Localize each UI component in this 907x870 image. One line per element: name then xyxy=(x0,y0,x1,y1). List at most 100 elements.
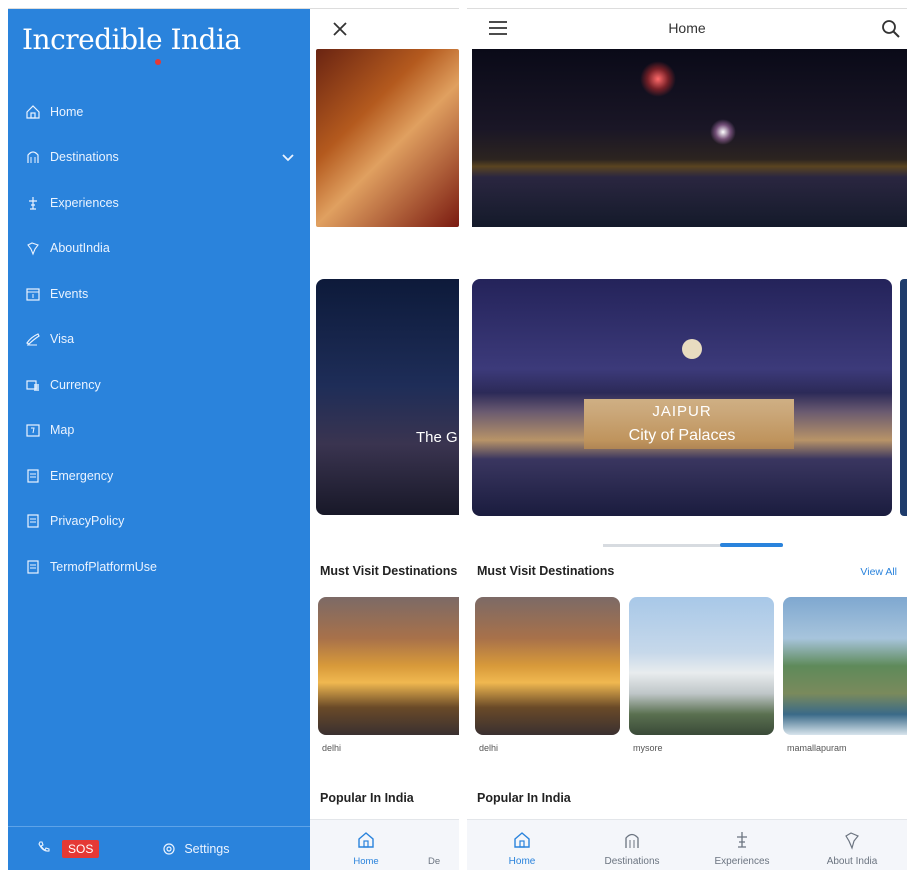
nav-label: Home xyxy=(508,856,536,867)
drawer-item-experiences[interactable]: Experiences xyxy=(8,180,310,226)
bottom-nav: Home De xyxy=(310,819,459,870)
gear-icon xyxy=(163,843,175,855)
drawer-item-label: Map xyxy=(50,423,75,438)
currency-icon xyxy=(24,376,42,394)
next-card-peek[interactable] xyxy=(900,279,907,516)
calendar-icon xyxy=(24,285,42,303)
firework-burst xyxy=(640,61,676,97)
featured-city: JAIPUR xyxy=(652,403,712,420)
destination-caption: delhi xyxy=(322,743,342,753)
drawer-item-label: PrivacyPolicy xyxy=(50,514,125,529)
experiences-icon xyxy=(24,194,42,212)
nav-destinations[interactable]: Destinations xyxy=(577,820,687,870)
phone-icon xyxy=(36,839,52,860)
sos-button[interactable]: SOS xyxy=(36,839,100,860)
document-icon xyxy=(24,467,42,485)
drawer-item-label: Destinations xyxy=(50,150,119,165)
experiences-icon xyxy=(737,832,747,848)
drawer-item-label: Currency xyxy=(50,377,101,392)
document-icon xyxy=(24,558,42,576)
nav-home[interactable]: Home xyxy=(467,820,577,870)
section-title: Must Visit Destinations xyxy=(320,564,458,578)
destinations-icon xyxy=(625,833,639,848)
section-title: Must Visit Destinations xyxy=(477,564,615,578)
map-pin-icon xyxy=(845,832,859,850)
screenshot-stage: Incredible India Home Destinations Exper… xyxy=(0,0,907,870)
drawer-topbar xyxy=(310,9,459,49)
card-overlay-text: The G xyxy=(416,429,458,446)
destination-thumb-mysore[interactable] xyxy=(629,597,774,735)
destination-thumb-delhi[interactable] xyxy=(475,597,620,735)
drawer-item-map[interactable]: Map xyxy=(8,408,310,454)
featured-destination-card[interactable]: JAIPUR City of Palaces xyxy=(472,279,892,516)
navigation-drawer: Incredible India Home Destinations Exper… xyxy=(8,9,310,870)
left-screen: Incredible India Home Destinations Exper… xyxy=(8,8,459,870)
drawer-item-label: Home xyxy=(50,104,84,119)
drawer-item-aboutindia[interactable]: AboutIndia xyxy=(8,226,310,272)
drawer-item-label: Visa xyxy=(50,332,75,347)
drawer-menu: Home Destinations Experiences AboutIndia… xyxy=(8,89,310,590)
obscured-home-content: The G Must Visit Destinations delhi Popu… xyxy=(310,9,459,870)
popular-title: Popular In India xyxy=(320,791,414,805)
right-screen: Home JAIPUR City of Palaces Must Visit D… xyxy=(467,8,907,870)
drawer-footer: SOS Settings xyxy=(8,826,310,870)
drawer-item-label: AboutIndia xyxy=(50,241,110,256)
drawer-item-currency[interactable]: Currency xyxy=(8,362,310,408)
home-icon xyxy=(358,832,374,848)
popular-title: Popular In India xyxy=(477,791,571,805)
document-icon xyxy=(24,512,42,530)
search-icon[interactable] xyxy=(881,19,901,39)
nav-label: Experiences xyxy=(714,856,770,867)
logo-text: Incredible India xyxy=(22,23,241,56)
moon-shape xyxy=(682,339,702,359)
drawer-item-emergency[interactable]: Emergency xyxy=(8,453,310,499)
drawer-item-termofplatformuse[interactable]: TermofPlatformUse xyxy=(8,544,310,590)
drawer-item-label: Experiences xyxy=(50,195,119,210)
page-title: Home xyxy=(668,20,706,36)
sos-badge: SOS xyxy=(62,840,100,858)
india-map-icon xyxy=(24,239,42,257)
nav-destinations-partial[interactable]: De xyxy=(428,820,459,870)
destinations-icon xyxy=(24,148,42,166)
pen-icon xyxy=(24,330,42,348)
drawer-item-label: TermofPlatformUse xyxy=(50,559,157,574)
bottom-nav: Home Destinations Experiences About Indi… xyxy=(467,819,907,870)
drawer-item-events[interactable]: Events xyxy=(8,271,310,317)
carousel-indicator xyxy=(603,543,783,547)
destination-thumb-delhi[interactable] xyxy=(318,597,459,735)
carousel-indicator-active xyxy=(720,543,783,547)
map-icon xyxy=(24,421,42,439)
nav-experiences[interactable]: Experiences xyxy=(687,820,797,870)
hero-image-food xyxy=(316,49,459,227)
destination-thumb-mamallapuram[interactable] xyxy=(783,597,907,735)
nav-label: De xyxy=(428,856,441,867)
drawer-item-label: Events xyxy=(50,286,89,301)
settings-button[interactable]: Settings xyxy=(161,841,230,857)
nav-label: Home xyxy=(353,856,379,867)
firework-burst xyxy=(710,119,736,145)
destination-caption: mysore xyxy=(633,743,663,753)
drawer-item-destinations[interactable]: Destinations xyxy=(8,135,310,181)
home-icon xyxy=(514,832,530,848)
drawer-item-privacypolicy[interactable]: PrivacyPolicy xyxy=(8,499,310,545)
featured-tagline: City of Palaces xyxy=(628,427,736,444)
drawer-item-visa[interactable]: Visa xyxy=(8,317,310,363)
logo-dot xyxy=(155,59,161,65)
app-bar: Home xyxy=(467,9,907,49)
chevron-down-icon[interactable] xyxy=(280,149,296,165)
hero-image-fireworks xyxy=(472,49,907,227)
destination-caption: delhi xyxy=(479,743,499,753)
destination-caption: mamallapuram xyxy=(787,743,847,753)
nav-label: About India xyxy=(826,856,878,867)
nav-home[interactable]: Home xyxy=(336,820,396,870)
view-all-link[interactable]: View All xyxy=(860,566,897,578)
incredible-india-logo: Incredible India xyxy=(22,23,241,65)
close-icon[interactable] xyxy=(330,19,350,39)
nav-about-india[interactable]: About India xyxy=(797,820,907,870)
home-icon xyxy=(24,103,42,121)
featured-card-image[interactable]: The G xyxy=(316,279,459,515)
nav-label: Destinations xyxy=(604,856,660,867)
drawer-item-label: Emergency xyxy=(50,468,114,483)
drawer-item-home[interactable]: Home xyxy=(8,89,310,135)
settings-label: Settings xyxy=(184,842,230,856)
